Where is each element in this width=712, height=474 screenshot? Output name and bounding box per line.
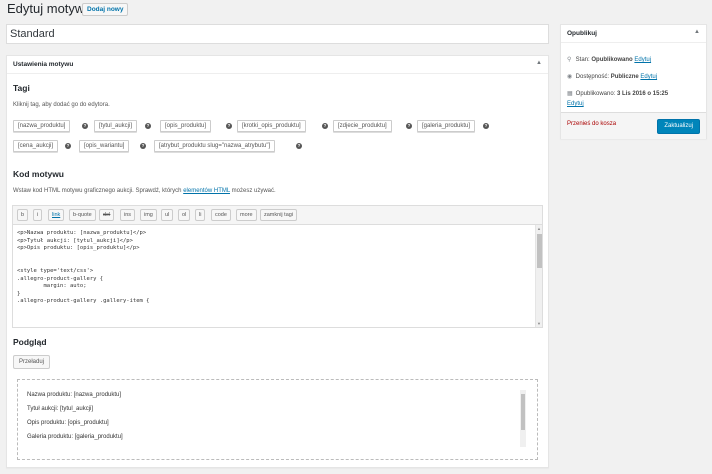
code-line: margin: auto;: [17, 283, 87, 290]
help-icon[interactable]: ?: [145, 123, 151, 129]
code-editor[interactable]: <p>Nazwa produktu: [nazwa_produktu]</p> <…: [12, 224, 543, 328]
published-edit-row: Edytuj: [567, 101, 584, 107]
scroll-up-icon[interactable]: ▲: [537, 226, 541, 231]
code-description: Wstaw kod HTML motywu graficznego aukcji…: [13, 188, 276, 194]
li-button[interactable]: li: [195, 209, 206, 221]
help-icon[interactable]: ?: [140, 143, 146, 149]
code-line: <p>Opis produktu: [opis_produktu]</p>: [17, 245, 140, 252]
visibility-row: ◉ Dostępność: Publiczne Edytuj: [567, 73, 657, 80]
bold-button[interactable]: b: [17, 209, 29, 221]
preview-line: Tytuł aukcji: [tytul_aukcji]: [27, 406, 94, 412]
visibility-value: Publiczne: [610, 74, 639, 80]
tag-tytul-aukcji[interactable]: [tytul_aukcji]: [94, 120, 138, 132]
link-button[interactable]: link: [48, 209, 65, 221]
visibility-label: Dostępność:: [575, 74, 610, 80]
status-row: ⚲ Stan: Opublikowano Edytuj: [567, 56, 651, 63]
collapse-arrow-icon[interactable]: ▲: [536, 60, 542, 66]
preview-line: Nazwa produktu: [nazwa_produktu]: [27, 392, 122, 398]
edit-visibility-link[interactable]: Edytuj: [640, 74, 657, 80]
add-new-button[interactable]: Dodaj nowy: [82, 3, 129, 16]
scroll-down-icon[interactable]: ▼: [537, 321, 541, 326]
status-label: Stan:: [575, 57, 590, 63]
preview-frame: Nazwa produktu: [nazwa_produktu] Tytuł a…: [17, 379, 538, 460]
editor-scrollbar[interactable]: ▲ ▼: [535, 225, 542, 327]
preview-line: Galeria produktu: [galeria_produktu]: [27, 434, 123, 440]
code-description-text: Wstaw kod HTML motywu graficznego aukcji…: [13, 188, 182, 194]
help-icon[interactable]: ?: [82, 123, 88, 129]
publish-box: Opublikuj ▲ ⚲ Stan: Opublikowano Edytuj …: [560, 24, 707, 139]
img-button[interactable]: img: [140, 209, 157, 221]
help-icon[interactable]: ?: [406, 123, 412, 129]
theme-settings-header[interactable]: Ustawienia motywu ▲: [7, 56, 548, 74]
italic-button[interactable]: i: [33, 209, 43, 221]
tag-opis-produktu[interactable]: [opis_produktu]: [160, 120, 212, 132]
del-button[interactable]: del: [99, 209, 115, 221]
preview-line: Opis produktu: [opis_produktu]: [27, 420, 109, 426]
preview-heading: Podgląd: [13, 337, 47, 347]
code-line: .allegro-product-gallery .gallery-item {: [17, 298, 150, 305]
title-input[interactable]: Standard: [6, 24, 549, 44]
code-line: .allegro-product-gallery {: [17, 275, 104, 282]
tag-krotki-opis-produktu[interactable]: [krotki_opis_produktu]: [237, 120, 306, 132]
code-line: <p>Tytuł aukcji: [tytul_aukcji]</p>: [17, 237, 133, 244]
tag-opis-wariantu[interactable]: [opis_wariantu]: [79, 140, 130, 152]
refresh-preview-button[interactable]: Przeładuj: [13, 355, 51, 369]
publish-header[interactable]: Opublikuj ▲: [561, 25, 706, 43]
publish-title: Opublikuj: [567, 30, 597, 37]
code-line: }: [17, 290, 21, 297]
tags-heading: Tagi: [13, 83, 30, 93]
preview-scrollbar[interactable]: [520, 390, 526, 447]
code-description-text-end: możesz używać.: [231, 188, 276, 194]
code-button[interactable]: code: [211, 209, 231, 221]
code-line: <p>Nazwa produktu: [nazwa_produktu]</p>: [17, 230, 147, 236]
help-icon[interactable]: ?: [296, 143, 302, 149]
ul-button[interactable]: ul: [161, 209, 174, 221]
ins-button[interactable]: ins: [120, 209, 136, 221]
help-icon[interactable]: ?: [483, 123, 489, 129]
preview-scroll-thumb[interactable]: [521, 394, 525, 430]
more-button[interactable]: more: [236, 209, 257, 221]
tag-galeria-produktu[interactable]: [galeria_produktu]: [417, 120, 476, 132]
ol-button[interactable]: ol: [178, 209, 191, 221]
edit-status-link[interactable]: Edytuj: [634, 57, 651, 63]
published-value: 3 Lis 2016 o 15:25: [617, 91, 669, 97]
theme-settings-title: Ustawienia motywu: [13, 61, 74, 68]
tag-atrybut-produktu[interactable]: [atrybut_produktu slug="nazwa_atrybutu"]: [154, 140, 276, 152]
publish-actions: Przenieś do kosza Zaktualizuj: [561, 112, 706, 139]
update-button[interactable]: Zaktualizuj: [657, 119, 700, 134]
published-label: Opublikowano:: [575, 91, 616, 97]
tag-zdjecie-produktu[interactable]: [zdjecie_produktu]: [333, 120, 392, 132]
tag-cena-aukcji[interactable]: [cena_aukcji]: [13, 140, 59, 152]
eye-icon: ◉: [567, 74, 573, 80]
page-title: Edytuj motyw: [7, 1, 85, 16]
collapse-arrow-icon[interactable]: ▲: [694, 29, 700, 35]
code-line: <style type='text/css'>: [17, 267, 94, 274]
theme-settings-box: Ustawienia motywu ▲ Tagi Kliknij tag, ab…: [6, 55, 549, 468]
calendar-icon: ▦: [567, 91, 573, 97]
help-icon[interactable]: ?: [65, 143, 71, 149]
help-icon[interactable]: ?: [226, 123, 232, 129]
edit-date-link[interactable]: Edytuj: [567, 101, 584, 107]
blockquote-button[interactable]: b-quote: [69, 209, 96, 221]
code-content[interactable]: <p>Nazwa produktu: [nazwa_produktu]</p> <…: [17, 230, 149, 306]
code-heading: Kod motywu: [13, 169, 64, 179]
close-tags-button[interactable]: zamknij tagi: [260, 209, 298, 221]
published-row: ▦ Opublikowano: 3 Lis 2016 o 15:25: [567, 90, 668, 97]
html-elements-link[interactable]: elementów HTML: [183, 188, 230, 194]
status-value: Opublikowano: [591, 57, 633, 63]
tags-hint: Kliknij tag, aby dodać go do edytora.: [13, 102, 110, 108]
editor-scroll-thumb[interactable]: [537, 234, 542, 268]
pin-icon: ⚲: [567, 57, 572, 63]
quicktags-toolbar: b i link b-quote del ins img ul ol li co…: [12, 205, 543, 224]
help-icon[interactable]: ?: [322, 123, 328, 129]
tag-nazwa-produktu[interactable]: [nazwa_produktu]: [13, 120, 71, 132]
move-to-trash-link[interactable]: Przenieś do kosza: [567, 121, 616, 127]
